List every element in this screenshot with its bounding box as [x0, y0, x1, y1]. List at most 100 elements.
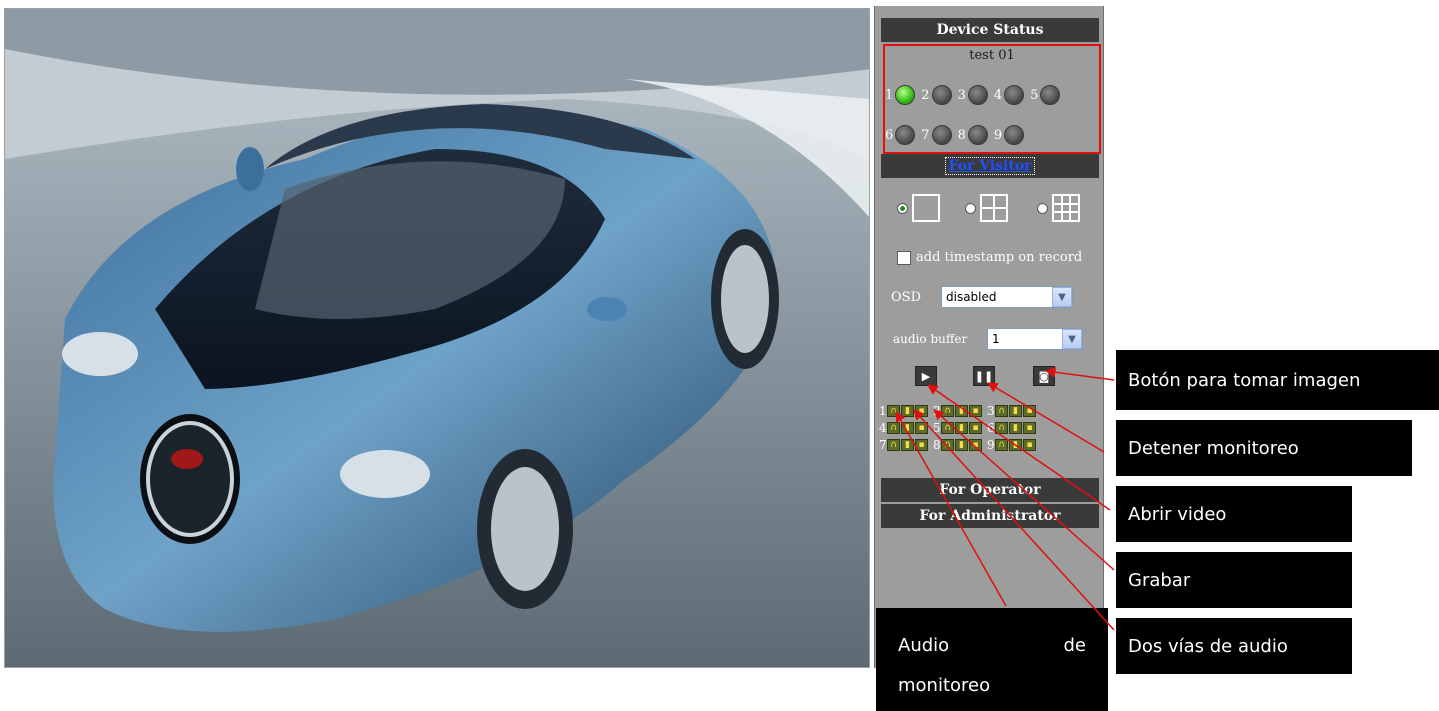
- channel-number: 5: [933, 420, 941, 435]
- device-status-box: test 01 1 2 3 4 5 6 7 8 9: [883, 44, 1101, 154]
- record-icon[interactable]: ▪: [915, 421, 928, 434]
- led-off-icon: [1004, 125, 1025, 145]
- channel-number: 2: [933, 403, 941, 418]
- record-icon[interactable]: ▪: [969, 438, 982, 451]
- snapshot-button[interactable]: ◙: [1033, 366, 1055, 386]
- layout-4-option[interactable]: [965, 194, 1008, 222]
- led-row-2: 6 7 8 9: [885, 122, 1030, 148]
- camera-icon: ◙: [1038, 369, 1050, 383]
- record-icon[interactable]: ▪: [1023, 404, 1036, 417]
- monitor-audio-word-1: Audio: [898, 635, 950, 656]
- microphone-icon[interactable]: ▮: [901, 421, 914, 434]
- chevron-down-icon[interactable]: ▼: [1062, 329, 1082, 349]
- headphones-icon[interactable]: ∩: [887, 421, 900, 434]
- microphone-icon[interactable]: ▮: [955, 421, 968, 434]
- channel-status-9: 9: [993, 125, 1025, 145]
- microphone-icon[interactable]: ▮: [901, 438, 914, 451]
- for-visitor-header[interactable]: For Visitor: [881, 154, 1099, 178]
- led-off-icon: [895, 125, 916, 145]
- monitor-audio-line-2: monitoreo: [898, 675, 991, 696]
- headphones-icon[interactable]: ∩: [941, 421, 954, 434]
- chevron-down-icon[interactable]: ▼: [1052, 287, 1072, 307]
- osd-value: disabled: [946, 290, 997, 304]
- audio-buffer-value: 1: [992, 332, 1000, 346]
- audio-buffer-select[interactable]: 1 ▼: [987, 328, 1083, 350]
- layout-9-option[interactable]: [1037, 194, 1080, 222]
- play-button[interactable]: ▶: [915, 366, 937, 386]
- layout-9-radio[interactable]: [1037, 202, 1048, 214]
- for-administrator-header[interactable]: For Administrator: [881, 504, 1099, 528]
- channel-3-controls: 3 ∩ ▮ ▪: [987, 404, 1037, 418]
- record-icon[interactable]: ▪: [915, 438, 928, 451]
- osd-label: OSD: [891, 289, 921, 305]
- channel-number: 2: [921, 87, 930, 103]
- car-image: [5, 9, 869, 667]
- channel-9-controls: 9 ∩ ▮ ▪: [987, 438, 1037, 452]
- headphones-icon[interactable]: ∩: [995, 438, 1008, 451]
- for-operator-header[interactable]: For Operator: [881, 478, 1099, 502]
- microphone-icon[interactable]: ▮: [1009, 404, 1022, 417]
- channel-status-1: 1: [885, 85, 916, 105]
- device-status-header: Device Status: [881, 18, 1099, 42]
- record-icon[interactable]: ▪: [915, 404, 928, 417]
- headphones-icon[interactable]: ∩: [995, 421, 1008, 434]
- audio-buffer-row: audio buffer 1 ▼: [893, 328, 1083, 350]
- headphones-icon[interactable]: ∩: [887, 438, 900, 451]
- channel-4-controls: 4 ∩ ▮ ▪: [879, 421, 929, 435]
- led-off-icon: [931, 125, 952, 145]
- audio-buffer-label: audio buffer: [893, 332, 968, 346]
- channel-number: 7: [921, 127, 930, 143]
- timestamp-checkbox[interactable]: [897, 250, 911, 265]
- timestamp-option[interactable]: add timestamp on record: [897, 250, 1082, 265]
- channel-5-controls: 5 ∩ ▮ ▪: [933, 421, 983, 435]
- channel-status-3: 3: [958, 85, 988, 105]
- headphones-icon[interactable]: ∩: [941, 438, 954, 451]
- layout-1-option[interactable]: [897, 194, 940, 222]
- osd-select[interactable]: disabled ▼: [941, 286, 1073, 308]
- single-view-icon[interactable]: [912, 194, 940, 222]
- microphone-icon[interactable]: ▮: [901, 404, 914, 417]
- led-off-icon: [931, 85, 952, 105]
- record-callout: Grabar: [1116, 552, 1352, 608]
- headphones-icon[interactable]: ∩: [995, 404, 1008, 417]
- channel-number: 3: [987, 403, 995, 418]
- record-icon[interactable]: ▪: [969, 404, 982, 417]
- layout-1-radio[interactable]: [897, 202, 908, 214]
- control-panel: Device Status test 01 1 2 3 4 5 6 7 8 9 For Vis…: [874, 6, 1104, 668]
- led-row-1: 1 2 3 4 5: [885, 82, 1066, 108]
- quad-view-icon[interactable]: [980, 194, 1008, 222]
- channel-status-2: 2: [921, 85, 952, 105]
- record-icon[interactable]: ▪: [1023, 438, 1036, 451]
- channel-8-controls: 8 ∩ ▮ ▪: [933, 438, 983, 452]
- led-off-icon: [967, 125, 988, 145]
- channel-row: 1 ∩ ▮ ▪ 2 ∩ ▮ ▪ 3 ∩ ▮ ▪: [879, 402, 1101, 419]
- microphone-icon[interactable]: ▮: [955, 438, 968, 451]
- channel-number: 8: [957, 127, 966, 143]
- play-icon: ▶: [921, 369, 931, 383]
- channel-number: 1: [879, 403, 887, 418]
- channel-2-controls: 2 ∩ ▮ ▪: [933, 404, 983, 418]
- layout-4-radio[interactable]: [965, 202, 976, 214]
- microphone-icon[interactable]: ▮: [1009, 421, 1022, 434]
- channel-number: 3: [957, 87, 966, 103]
- channel-7-controls: 7 ∩ ▮ ▪: [879, 438, 929, 452]
- camera-video-view: [4, 8, 870, 668]
- pause-button[interactable]: ❚❚: [973, 366, 995, 386]
- timestamp-label: add timestamp on record: [916, 250, 1083, 265]
- channel-row: 7 ∩ ▮ ▪ 8 ∩ ▮ ▪ 9 ∩ ▮ ▪: [879, 436, 1101, 453]
- nine-view-icon[interactable]: [1052, 194, 1080, 222]
- channel-number: 9: [993, 127, 1003, 143]
- microphone-icon[interactable]: ▮: [955, 404, 968, 417]
- microphone-icon[interactable]: ▮: [1009, 438, 1022, 451]
- channel-number: 7: [879, 437, 887, 452]
- channel-number: 9: [987, 437, 995, 452]
- led-off-icon: [1004, 85, 1025, 105]
- headphones-icon[interactable]: ∩: [941, 404, 954, 417]
- channel-1-controls: 1 ∩ ▮ ▪: [879, 404, 929, 418]
- headphones-icon[interactable]: ∩: [887, 404, 900, 417]
- monitor-audio-line-1: Audio de: [898, 626, 1086, 666]
- for-visitor-link[interactable]: For Visitor: [945, 157, 1035, 175]
- record-icon[interactable]: ▪: [969, 421, 982, 434]
- record-icon[interactable]: ▪: [1023, 421, 1036, 434]
- channel-number: 6: [987, 420, 995, 435]
